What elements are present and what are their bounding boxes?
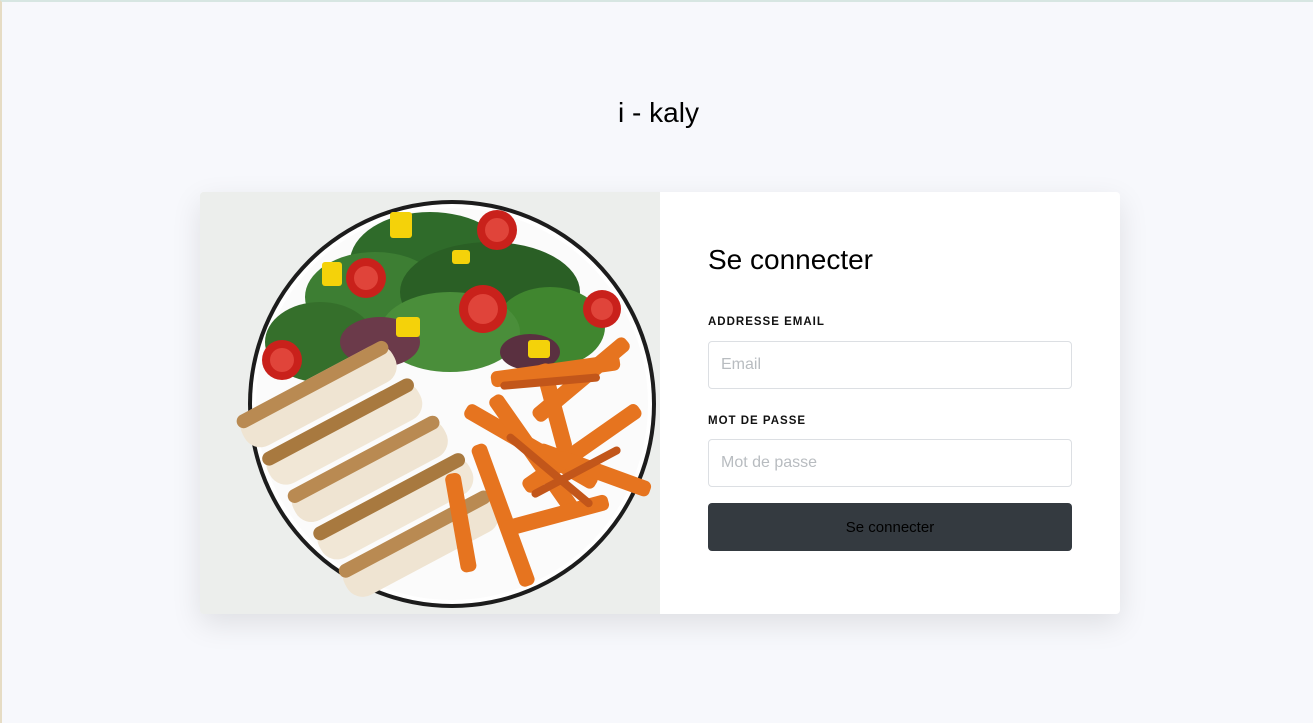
app-title: i - kaly	[618, 97, 699, 128]
login-title: Se connecter	[708, 244, 873, 275]
login-form: Se connecter ADDRESSE EMAIL MOT DE PASSE…	[660, 192, 1120, 614]
page: i - kaly Se connecter ADDRESSE EMAIL Ema…	[0, 0, 1313, 723]
email-field[interactable]	[708, 341, 1072, 389]
food-plate-illustration	[200, 192, 660, 614]
food-image	[200, 192, 660, 614]
login-card: Se connecter ADDRESSE EMAIL MOT DE PASSE…	[200, 192, 1120, 614]
password-label: MOT DE PASSE	[708, 415, 807, 427]
password-field[interactable]	[708, 439, 1072, 487]
login-button[interactable]: Se connecter	[708, 503, 1072, 551]
email-label: ADDRESSE EMAIL	[708, 316, 825, 328]
